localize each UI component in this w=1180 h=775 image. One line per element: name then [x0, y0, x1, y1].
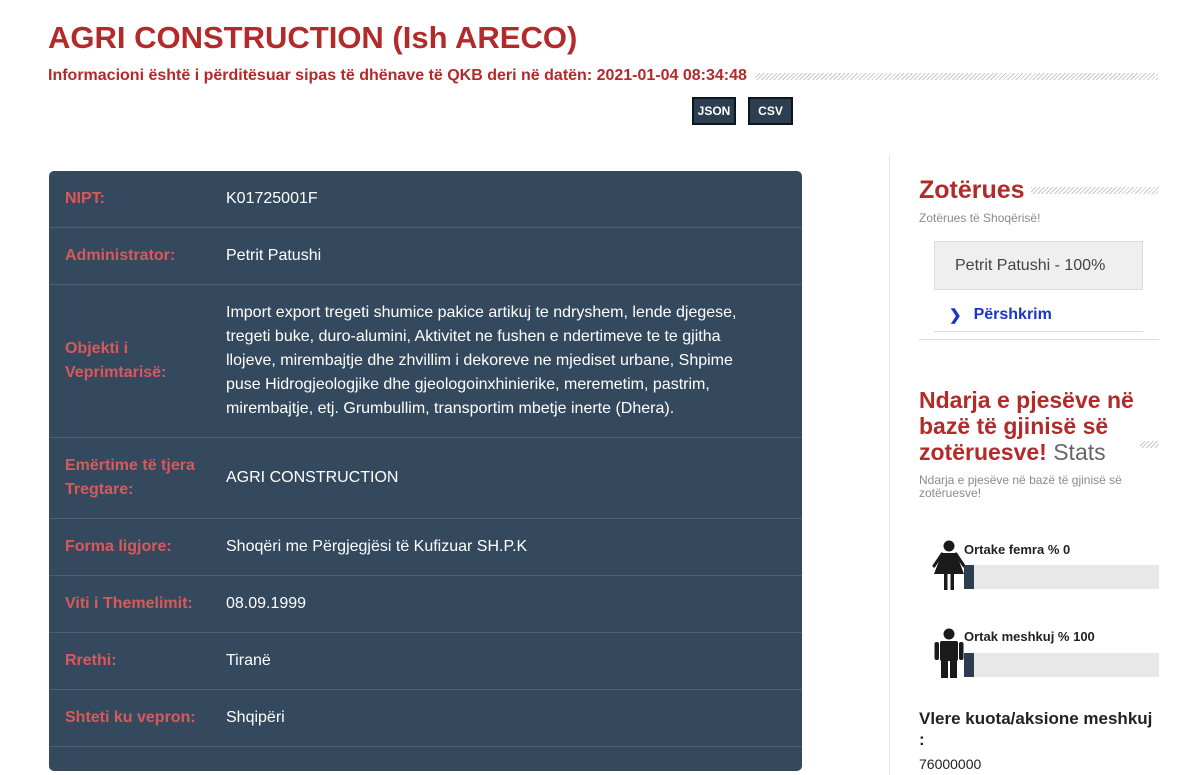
- detail-label: Objekti i Veprimtarisë:: [65, 340, 167, 381]
- details-row-district: Rrethi: Tiranë: [49, 633, 802, 690]
- company-title: AGRI CONSTRUCTION (Ish ARECO): [48, 20, 578, 55]
- detail-value: Petrit Patushi: [226, 247, 322, 264]
- owners-heading-text: Zotërues: [919, 176, 1025, 204]
- update-info-text: Informacioni është i përditësuar sipas t…: [48, 67, 747, 84]
- details-row-administrator: Administrator: Petrit Patushi: [49, 228, 802, 285]
- detail-label: Shteti ku vepron:: [65, 709, 196, 726]
- detail-value: Shoqëri me Përgjegjësi të Kufizuar SH.P.…: [226, 538, 528, 555]
- detail-label: Forma ligjore:: [65, 538, 172, 555]
- sidebar-divider: [889, 155, 890, 775]
- detail-value: Tiranë: [226, 652, 271, 669]
- detail-label: Viti i Themelimit:: [65, 595, 193, 612]
- quota-heading: Vlere kuota/aksione meshkuj :: [919, 709, 1153, 749]
- gender-split-heading: Ndarja e pjesëve në bazë të gjinisë së z…: [919, 387, 1159, 465]
- gender-split-subtitle: Ndarja e pjesëve në bazë të gjinisë së z…: [919, 473, 1122, 500]
- detail-value: 08.09.1999: [226, 595, 307, 612]
- male-stat-fill: [964, 653, 974, 677]
- update-info: Informacioni është i përditësuar sipas t…: [48, 67, 1158, 85]
- csv-export-button[interactable]: CSV: [748, 97, 793, 125]
- details-row-country: Shteti ku vepron: Shqipëri: [49, 690, 802, 747]
- description-link[interactable]: ❯ Përshkrim: [934, 298, 1143, 332]
- sidebar-separator: [919, 339, 1159, 340]
- female-stat-fill: [964, 565, 974, 589]
- detail-label: Rrethi:: [65, 652, 117, 669]
- detail-value: Import export tregeti shumice pakice art…: [226, 304, 737, 417]
- quota-value: 76000000: [919, 756, 982, 772]
- male-stat-label: Ortak meshkuj % 100: [964, 629, 1095, 644]
- details-row-trade-names: Emërtime të tjera Tregtare: AGRI CONSTRU…: [49, 438, 802, 519]
- details-row-legal-form: Forma ligjore: Shoqëri me Përgjegjësi të…: [49, 519, 802, 576]
- stats-word: Stats: [1053, 439, 1106, 465]
- female-stat-bar: [964, 565, 1159, 589]
- detail-value: Shqipëri: [226, 709, 285, 726]
- decorative-hatch: [1030, 187, 1159, 194]
- chevron-right-icon: ❯: [949, 306, 962, 324]
- male-icon: [934, 628, 964, 678]
- company-details-panel: NIPT: K01725001F Administrator: Petrit P…: [49, 171, 802, 771]
- owners-heading: Zotërues: [919, 176, 1159, 205]
- detail-label: Emërtime të tjera Tregtare:: [65, 457, 195, 498]
- detail-label: Administrator:: [65, 247, 176, 264]
- female-stat-label: Ortake femra % 0: [964, 542, 1071, 557]
- json-export-button[interactable]: JSON: [692, 97, 736, 125]
- details-row-nipt: NIPT: K01725001F: [49, 171, 802, 228]
- male-stat-bar: [964, 653, 1159, 677]
- detail-value: K01725001F: [226, 190, 318, 207]
- details-row-founded: Viti i Themelimit: 08.09.1999: [49, 576, 802, 633]
- decorative-hatch: [754, 72, 1158, 80]
- detail-value: AGRI CONSTRUCTION: [226, 469, 399, 486]
- details-row-activity: Objekti i Veprimtarisë: Import export tr…: [49, 285, 802, 438]
- owners-subtitle: Zotërues të Shoqërisë!: [919, 211, 1041, 225]
- decorative-hatch: [1140, 441, 1159, 448]
- owner-entry: Petrit Patushi - 100%: [934, 241, 1143, 290]
- detail-label: NIPT:: [65, 190, 105, 207]
- description-link-label: Përshkrim: [973, 305, 1052, 323]
- female-icon: [932, 540, 966, 590]
